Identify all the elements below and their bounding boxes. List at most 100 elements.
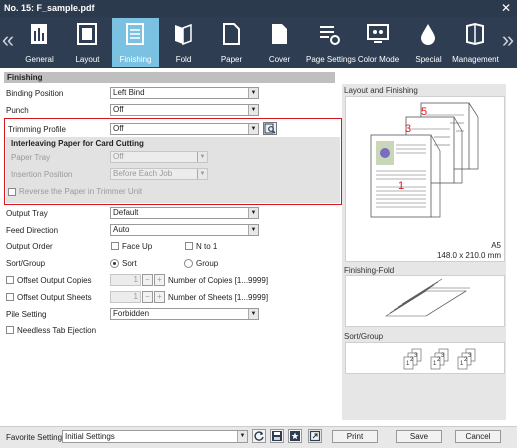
- group-radio[interactable]: [184, 259, 193, 268]
- chevron-down-icon: ▼: [248, 225, 258, 235]
- tab-label: Special: [415, 55, 442, 64]
- chevron-down-icon: ▼: [248, 88, 258, 98]
- tab-label: Color Mode: [357, 55, 400, 64]
- floppy-icon: [272, 431, 282, 441]
- magnifier-icon: [264, 123, 276, 134]
- offset-sheets-range: Number of Sheets [1...9999]: [168, 293, 269, 302]
- export-button[interactable]: [308, 429, 322, 443]
- tab-finishing[interactable]: Finishing: [112, 18, 159, 67]
- page-stack-preview: 5 3 1: [370, 102, 479, 218]
- refresh-icon: [254, 431, 264, 441]
- reverse-paper-checkbox[interactable]: [8, 188, 16, 196]
- output-tray-select[interactable]: Default ▼: [110, 207, 259, 219]
- punch-value: Off: [113, 105, 124, 114]
- refresh-button[interactable]: [252, 429, 266, 443]
- favorite-manage-button[interactable]: [288, 429, 302, 443]
- close-button[interactable]: ✕: [499, 0, 513, 17]
- layout-preview-box: 5 3 1 A5 148.0 x 210.0 mm: [345, 96, 505, 262]
- tab-label: Finishing: [119, 55, 152, 64]
- sort-radio[interactable]: [110, 259, 119, 268]
- paper-tray-label: Paper Tray: [11, 153, 51, 162]
- offset-copies-plus[interactable]: +: [154, 274, 165, 286]
- output-order-label: Output Order: [6, 242, 53, 251]
- offset-copies-label: Offset Output Copies: [17, 276, 92, 285]
- tab-layout[interactable]: Layout: [64, 18, 111, 67]
- offset-sheets-input[interactable]: 1: [110, 291, 141, 303]
- tab-fold[interactable]: Fold: [160, 18, 207, 67]
- chevron-down-icon: ▼: [248, 309, 258, 319]
- offset-copies-input[interactable]: 1: [110, 274, 141, 286]
- cover-icon: [272, 24, 287, 44]
- paper-dims-label: 148.0 x 210.0 mm: [436, 251, 501, 260]
- punch-label: Punch: [6, 106, 29, 115]
- insertion-position-label: Insertion Position: [11, 170, 73, 179]
- face-up-label: Face Up: [122, 242, 153, 251]
- layout-preview-title: Layout and Finishing: [344, 86, 418, 95]
- management-icon: [466, 22, 484, 46]
- color-mode-icon: [367, 24, 389, 43]
- tab-management[interactable]: Management: [452, 18, 499, 67]
- toolbar: « General Layout Finishing Fold Paper Co…: [0, 17, 517, 68]
- insertion-position-select[interactable]: Before Each Job ▼: [110, 168, 208, 180]
- binding-position-select[interactable]: Left Bind ▼: [110, 87, 259, 99]
- offset-copies-minus[interactable]: −: [142, 274, 153, 286]
- scroll-right-icon[interactable]: »: [501, 25, 515, 55]
- paper-tray-value: Off: [113, 152, 124, 161]
- tab-cover[interactable]: Cover: [256, 18, 303, 67]
- tab-label: Management: [452, 55, 499, 64]
- pile-setting-label: Pile Setting: [6, 310, 47, 319]
- chevron-down-icon: ▼: [248, 105, 258, 115]
- tab-label: Layout: [75, 55, 100, 64]
- pile-setting-select[interactable]: Forbidden ▼: [110, 308, 259, 320]
- paper-size-label: A5: [491, 241, 501, 250]
- tab-label: General: [25, 55, 54, 64]
- fold-preview-illustration: [384, 278, 470, 317]
- print-button[interactable]: Print: [332, 430, 378, 443]
- needless-tab-label: Needless Tab Ejection: [17, 326, 97, 335]
- scroll-left-icon[interactable]: «: [1, 25, 15, 55]
- n-to-1-checkbox[interactable]: [185, 242, 193, 250]
- feed-direction-value: Auto: [113, 225, 130, 234]
- feed-direction-select[interactable]: Auto ▼: [110, 224, 259, 236]
- tab-page-settings[interactable]: Page Settings: [306, 18, 356, 67]
- cancel-button[interactable]: Cancel: [455, 430, 501, 443]
- chevron-down-icon: ▼: [197, 169, 207, 179]
- tab-color-mode[interactable]: Color Mode: [355, 18, 402, 67]
- chevron-down-icon: ▼: [197, 152, 207, 162]
- n-to-1-label: N to 1: [196, 242, 218, 251]
- tab-label: Page Settings: [306, 55, 356, 64]
- offset-sheets-plus[interactable]: +: [154, 291, 165, 303]
- needless-tab-checkbox[interactable]: [6, 326, 14, 334]
- save-favorite-button[interactable]: [270, 429, 284, 443]
- insertion-position-value: Before Each Job: [113, 169, 173, 178]
- tab-special[interactable]: Special: [405, 18, 452, 67]
- finishing-icon: [126, 23, 144, 45]
- export-icon: [309, 430, 321, 442]
- offset-copies-checkbox[interactable]: [6, 276, 14, 284]
- fold-preview-box: [345, 275, 505, 327]
- tab-paper[interactable]: Paper: [208, 18, 255, 67]
- offset-sheets-checkbox[interactable]: [6, 293, 14, 301]
- offset-sheets-label: Offset Output Sheets: [17, 293, 92, 302]
- interleaving-title: Interleaving Paper for Card Cutting: [11, 139, 144, 148]
- fold-preview-title: Finishing-Fold: [344, 266, 395, 275]
- feed-direction-label: Feed Direction: [6, 226, 59, 235]
- group-label: Group: [196, 259, 219, 268]
- tab-general[interactable]: General: [16, 18, 63, 67]
- pile-setting-value: Forbidden: [113, 309, 150, 318]
- favorite-setting-label: Favorite Setting: [6, 433, 63, 442]
- paper-tray-select[interactable]: Off ▼: [110, 151, 208, 163]
- face-up-checkbox[interactable]: [111, 242, 119, 250]
- offset-sheets-minus[interactable]: −: [142, 291, 153, 303]
- favorite-setting-value: Initial Settings: [65, 432, 115, 441]
- section-title: Finishing: [4, 72, 335, 83]
- page-number-5: 5: [421, 106, 427, 118]
- trimming-profile-details-button[interactable]: [263, 122, 277, 135]
- favorite-setting-select[interactable]: Initial Settings ▼: [62, 430, 248, 443]
- window-title: No. 15: F_sample.pdf: [0, 0, 517, 17]
- tab-label: Paper: [220, 55, 243, 64]
- save-button[interactable]: Save: [396, 430, 442, 443]
- output-tray-value: Default: [113, 208, 139, 217]
- trimming-profile-select[interactable]: Off ▼: [110, 123, 259, 135]
- punch-select[interactable]: Off ▼: [110, 104, 259, 116]
